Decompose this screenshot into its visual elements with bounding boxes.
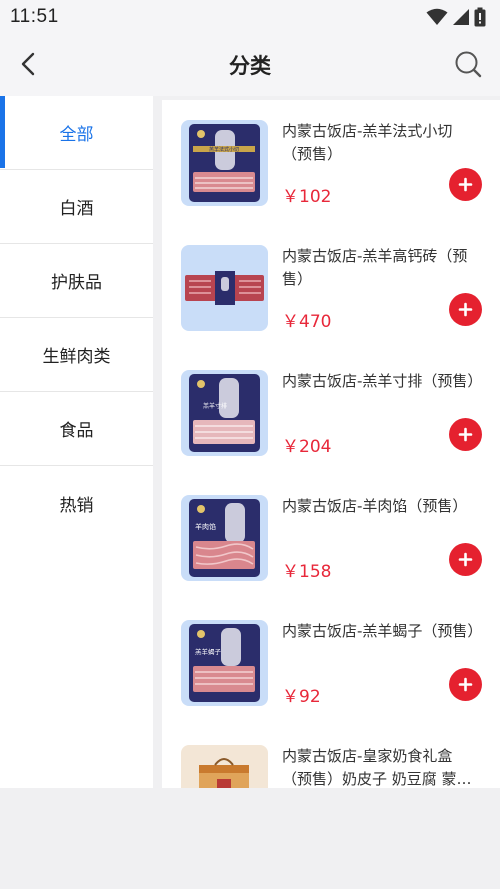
signal-icon bbox=[453, 9, 469, 25]
search-icon bbox=[455, 51, 482, 78]
category-label: 白酒 bbox=[59, 199, 94, 219]
product-name: 内蒙古饭店-皇家奶食礼盒（预售）奶皮子 奶豆腐 蒙… bbox=[282, 747, 472, 788]
product-card[interactable]: 内蒙古饭店-羔羊高钙砖（预售） ￥470 bbox=[162, 225, 500, 350]
product-image: 羔羊法式小切 bbox=[181, 120, 268, 206]
page-title: 分类 bbox=[229, 54, 271, 78]
add-to-cart-button[interactable] bbox=[449, 418, 482, 451]
product-price: ￥158 bbox=[282, 562, 332, 582]
package-label: 羔羊寸排 bbox=[203, 402, 227, 410]
category-item-liquor[interactable]: 白酒 bbox=[0, 170, 153, 244]
battery-icon bbox=[474, 7, 486, 27]
product-image bbox=[181, 245, 268, 331]
product-price: ￥470 bbox=[282, 312, 332, 332]
product-card[interactable]: 羔羊蝎子 内蒙古饭店-羔羊蝎子（预售） ￥92 bbox=[162, 600, 500, 725]
product-list: 羔羊法式小切 内蒙古饭店-羔羊法式小切（预售） ￥102 内蒙古饭店-羔羊高钙砖… bbox=[162, 100, 500, 788]
add-to-cart-button[interactable] bbox=[449, 168, 482, 201]
bottom-empty-area bbox=[0, 788, 500, 889]
plus-icon bbox=[458, 677, 473, 692]
add-to-cart-button[interactable] bbox=[449, 668, 482, 701]
product-card[interactable]: 羔羊寸排 内蒙古饭店-羔羊寸排（预售） ￥204 bbox=[162, 350, 500, 475]
search-button[interactable] bbox=[452, 48, 484, 80]
package-label: 羔羊蝎子 bbox=[195, 647, 222, 656]
product-price: ￥204 bbox=[282, 437, 332, 457]
category-label: 全部 bbox=[59, 125, 94, 145]
product-image: 羊肉馅 bbox=[181, 495, 268, 581]
product-name: 内蒙古饭店-羔羊寸排（预售） bbox=[282, 372, 483, 390]
product-card[interactable]: 羊肉馅 内蒙古饭店-羊肉馅（预售） ￥158 bbox=[162, 475, 500, 600]
product-name: 内蒙古饭店-羔羊高钙砖（预售） bbox=[282, 247, 468, 288]
status-icons bbox=[426, 7, 486, 27]
product-card[interactable]: 羔羊法式小切 内蒙古饭店-羔羊法式小切（预售） ￥102 bbox=[162, 100, 500, 225]
category-item-fresh-meat[interactable]: 生鲜肉类 bbox=[0, 318, 153, 392]
plus-icon bbox=[458, 302, 473, 317]
product-name: 内蒙古饭店-羊肉馅（预售） bbox=[282, 497, 468, 515]
category-item-all[interactable]: 全部 bbox=[0, 96, 153, 170]
category-label: 生鲜肉类 bbox=[42, 347, 111, 367]
product-card[interactable]: 内蒙古饭店-皇家奶食礼盒（预售）奶皮子 奶豆腐 蒙… bbox=[162, 725, 500, 788]
plus-icon bbox=[458, 552, 473, 567]
category-sidebar: 全部 白酒 护肤品 生鲜肉类 食品 热销 bbox=[0, 96, 153, 788]
product-image: 羔羊寸排 bbox=[181, 370, 268, 456]
category-label: 食品 bbox=[59, 421, 94, 441]
category-item-food[interactable]: 食品 bbox=[0, 392, 153, 466]
product-price: ￥102 bbox=[282, 187, 332, 207]
product-price: ￥92 bbox=[282, 687, 321, 707]
content-area: 全部 白酒 护肤品 生鲜肉类 食品 热销 羔羊法式小切 内蒙古饭店-羔羊法式小切… bbox=[0, 96, 500, 788]
status-bar: 11:51 bbox=[0, 0, 500, 34]
package-label: 羊肉馅 bbox=[195, 522, 216, 531]
plus-icon bbox=[458, 177, 473, 192]
add-to-cart-button[interactable] bbox=[449, 543, 482, 576]
product-image bbox=[181, 745, 268, 788]
wifi-icon bbox=[426, 8, 448, 25]
product-name: 内蒙古饭店-羔羊蝎子（预售） bbox=[282, 622, 483, 640]
add-to-cart-button[interactable] bbox=[449, 293, 482, 326]
product-name: 内蒙古饭店-羔羊法式小切（预售） bbox=[282, 122, 453, 163]
product-image: 羔羊蝎子 bbox=[181, 620, 268, 706]
nav-bar: 分类 bbox=[0, 34, 500, 96]
category-label: 护肤品 bbox=[51, 273, 102, 293]
category-item-hot-sale[interactable]: 热销 bbox=[0, 466, 153, 540]
package-label: 羔羊法式小切 bbox=[209, 146, 239, 153]
category-label: 热销 bbox=[59, 495, 94, 516]
plus-icon bbox=[458, 427, 473, 442]
category-item-skincare[interactable]: 护肤品 bbox=[0, 244, 153, 318]
status-time: 11:51 bbox=[10, 6, 59, 27]
